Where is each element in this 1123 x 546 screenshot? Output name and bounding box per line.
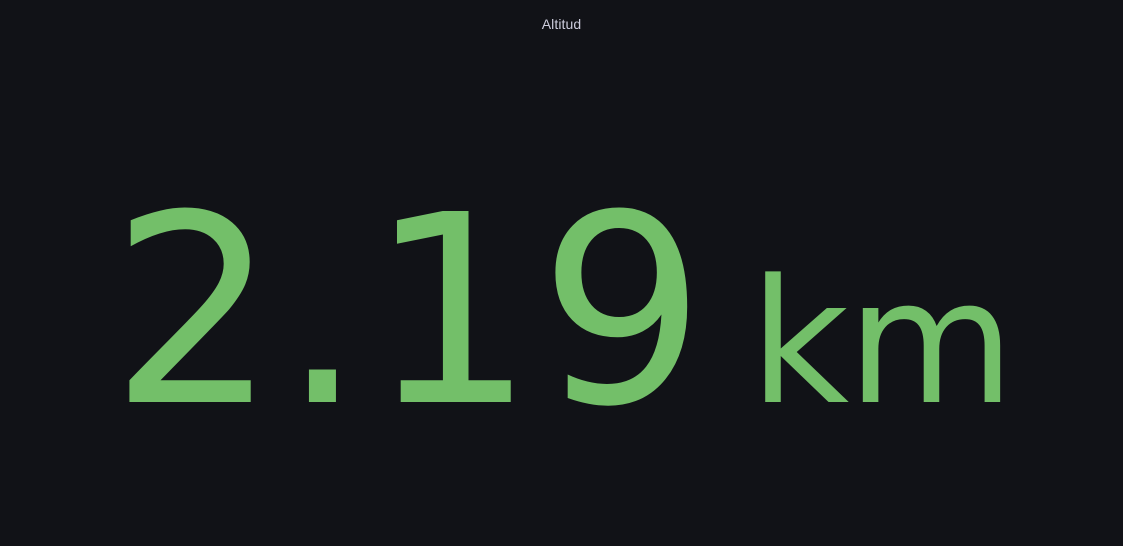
panel-header[interactable]: Altitud <box>0 0 1123 48</box>
stat-value-container: 2.19 km <box>110 159 1015 464</box>
stat-value: 2.19 <box>110 159 710 464</box>
panel-title: Altitud <box>541 16 582 32</box>
stat-panel: Altitud 2.19 km <box>0 0 1123 546</box>
stat-display: 2.19 km <box>0 48 1123 546</box>
stat-unit: km <box>749 242 1015 443</box>
